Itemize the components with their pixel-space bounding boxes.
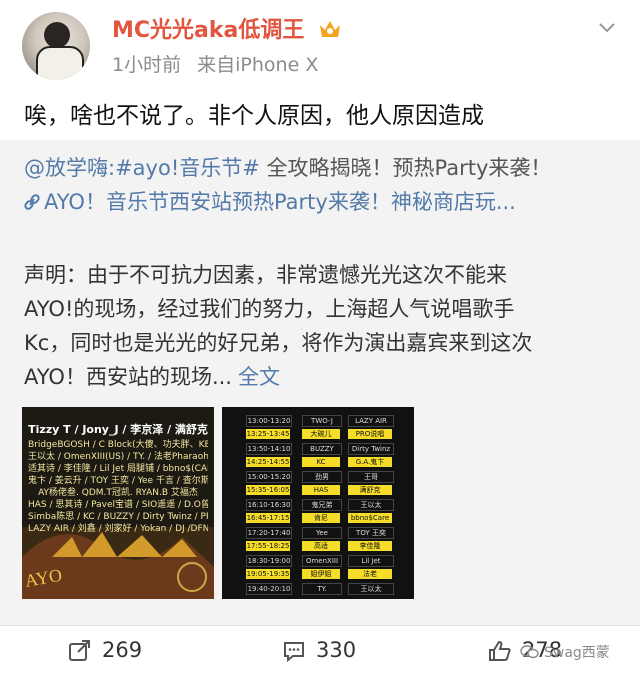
schedule-time: 16:45-17:15 — [246, 513, 290, 523]
schedule-artist-stage-a: 劲男 — [302, 471, 342, 483]
schedule-time: 15:00-15:20 — [246, 471, 292, 483]
schedule-time: 19:05-19:35 — [246, 569, 290, 579]
schedule-time: 15:35-16:05 — [246, 485, 290, 495]
post-source: 来自iPhone X — [197, 54, 319, 76]
schedule-time: 13:00-13:20 — [246, 415, 292, 427]
repost-headline-text: 全攻略揭晓！预热Party来袭！ — [259, 156, 552, 180]
avatar-figure-head — [44, 22, 70, 48]
wechat-icon — [520, 645, 539, 659]
username[interactable]: MC光光aka低调王 — [112, 12, 342, 44]
schedule-artist-stage-a: KC — [302, 457, 340, 467]
schedule-time: 18:30-19:00 — [246, 555, 292, 567]
watermark-text: Swag西蒙 — [544, 645, 610, 661]
repost-web-link[interactable]: AYO！音乐节西安站预热Party来袭！神秘商店玩... — [24, 186, 516, 216]
schedule-time: 13:25-13:45 — [246, 429, 290, 439]
schedule-artist-stage-a: OmenXIII — [302, 555, 342, 567]
schedule-artist-stage-b: G.A.鬼卞 — [348, 457, 392, 467]
schedule-artist-stage-b: TOY 王奕 — [348, 527, 394, 539]
schedule-artist-stage-a: TY. — [302, 583, 342, 595]
comment-icon — [284, 642, 304, 663]
full-text-link[interactable]: 全文 — [238, 365, 280, 389]
watermark: Swag西蒙 — [520, 642, 610, 662]
schedule-artist-stage-b: 法老 — [348, 569, 392, 579]
statement-line-text: AYO！西安站的现场... — [24, 365, 232, 389]
festival-lineup-poster-image[interactable]: AYO Tizzy T / Jony_J / 李京泽 / 满舒克 BridgeB… — [22, 407, 214, 599]
thumbs-up-icon — [489, 640, 511, 661]
poster-artist-line: LAZY AIR / 刘鑫 / 刘家好 / Yokan / DJ /DFN — [28, 524, 208, 534]
link-icon — [24, 194, 40, 210]
schedule-artist-stage-b: Dirty Twinz — [348, 443, 394, 455]
post-time: 1小时前 — [112, 54, 182, 76]
schedule-time: 16:10-16:30 — [246, 499, 292, 511]
comment-button[interactable]: 330 — [282, 638, 357, 663]
schedule-artist-stage-a: TWO-J — [302, 415, 342, 427]
schedule-artist-stage-b: 王哥 — [348, 471, 394, 483]
avatar-figure-body — [36, 46, 84, 80]
schedule-artist-stage-b: 王以太 — [348, 499, 394, 511]
statement-line-last: AYO！西安站的现场... 全文 — [24, 360, 620, 394]
poster-artist-line: Tizzy T / Jony_J / 李京泽 / 满舒克 — [28, 423, 208, 436]
repost-count: 269 — [102, 638, 143, 662]
statement-line: 声明：由于不可抗力因素，非常遗憾光光这次不能来 — [24, 263, 507, 287]
schedule-artist-stage-b: 李佳隆 — [348, 541, 392, 551]
repost-statement: 声明：由于不可抗力因素，非常遗憾光光这次不能来 AYO!的现场，经过我们的努力，… — [24, 258, 620, 394]
comment-count: 330 — [316, 638, 357, 662]
chevron-down-icon[interactable] — [596, 16, 618, 38]
schedule-time: 14:25-14:55 — [246, 457, 290, 467]
schedule-artist-stage-b: 王以太 — [348, 583, 394, 595]
statement-line: Kc，同时也是光光的好兄弟，将作为演出嘉宾来到这次 — [24, 331, 533, 355]
avatar[interactable] — [22, 12, 90, 80]
schedule-artist-stage-a: HAS — [302, 485, 340, 495]
schedule-artist-stage-a: 姐伊姐 — [302, 569, 340, 579]
schedule-artist-stage-a: 肯尼 — [302, 513, 340, 523]
schedule-artist-stage-a: BUZZY — [302, 443, 342, 455]
festival-schedule-image[interactable]: 13:00-13:20 TWO-J LAZY AIR 13:25-13:45 大碗儿 PR… — [222, 407, 414, 599]
repost-web-link-text: AYO！音乐节西安站预热Party来袭！神秘商店玩... — [44, 190, 516, 214]
schedule-artist-stage-a: 大碗儿 — [302, 429, 340, 439]
repost-button[interactable]: 269 — [68, 638, 142, 662]
schedule-time: 19:40-20:10 — [246, 583, 292, 595]
schedule-artist-stage-a: 高适 — [302, 541, 340, 551]
schedule-artist-stage-a: Yee — [302, 527, 342, 539]
repost-author-link[interactable]: @放学嗨 — [24, 156, 108, 180]
vip-crown-icon — [320, 21, 341, 37]
schedule-time: 17:20-17:40 — [246, 527, 292, 539]
statement-line: AYO!的现场，经过我们的努力，上海超人气说唱歌手 — [24, 297, 515, 321]
post-text: 唉，啥也不说了。非个人原因，他人原因造成 — [24, 103, 484, 129]
schedule-artist-stage-b: PRO说唱 — [348, 429, 392, 439]
schedule-artist-stage-a: 鬼兄弟 — [302, 499, 342, 511]
repost-icon — [69, 640, 90, 661]
schedule-time: 13:50-14:10 — [246, 443, 292, 455]
schedule-time: 17:55-18:25 — [246, 541, 290, 551]
repost-topic-link[interactable]: :#ayo!音乐节# — [108, 156, 260, 180]
post-meta: 1小时前 来自iPhone X — [112, 50, 318, 77]
schedule-artist-stage-b: 满舒克 — [348, 485, 392, 495]
username-text: MC光光aka低调王 — [112, 18, 305, 43]
schedule-artist-stage-b: LAZY AIR — [348, 415, 394, 427]
repost-headline: @放学嗨:#ayo!音乐节# 全攻略揭晓！预热Party来袭！ — [24, 152, 551, 182]
schedule-artist-stage-b: bbno$Care — [348, 513, 392, 523]
schedule-artist-stage-b: Lil Jet — [348, 555, 394, 567]
